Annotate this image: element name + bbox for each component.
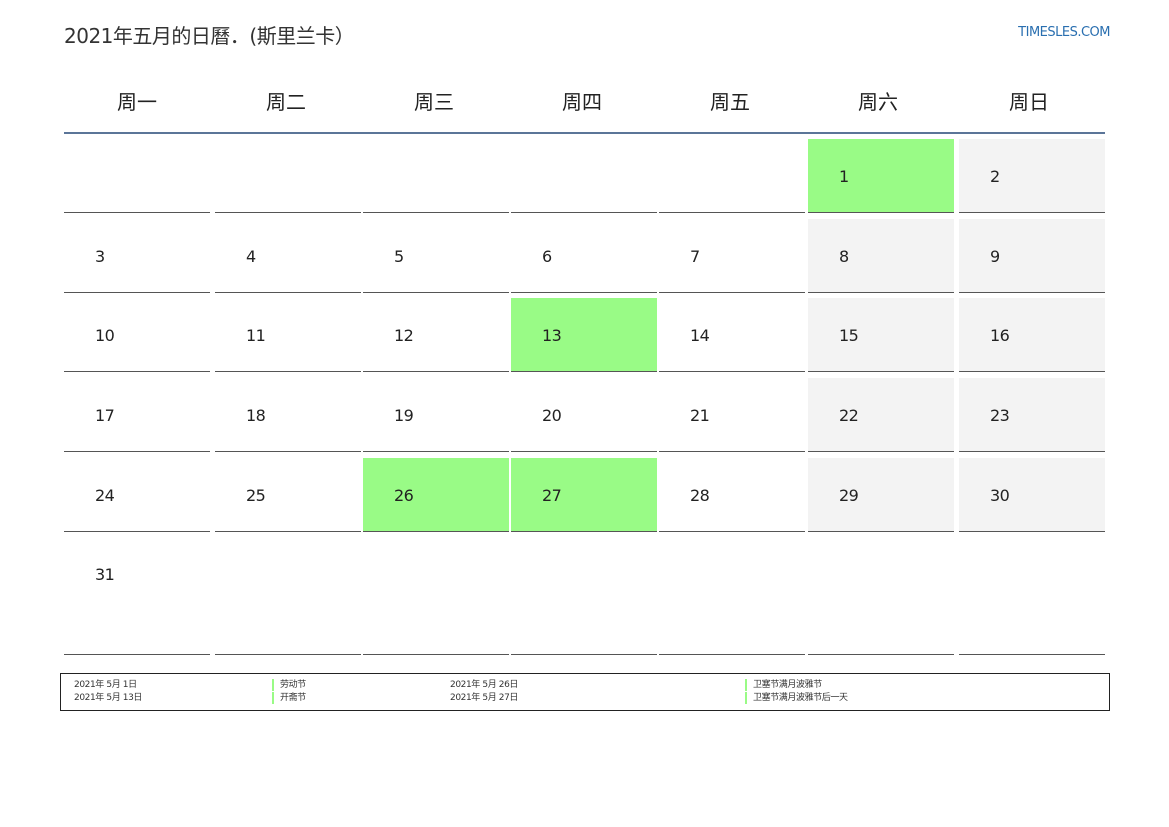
day-number: 27 [542, 486, 562, 505]
weekday-sat: 周六 [858, 90, 898, 114]
day-number: 23 [990, 406, 1010, 425]
legend-date: 2021年 5月 26日 [450, 680, 519, 690]
day-cell-sat: 29 [808, 458, 954, 532]
day-number: 9 [990, 247, 1000, 266]
day-cell-thu: 20 [511, 378, 657, 452]
day-cell-sat: 15 [808, 298, 954, 372]
empty-day-cell [659, 139, 805, 213]
day-number: 17 [95, 406, 115, 425]
day-cell-tue: 18 [215, 378, 361, 452]
day-cell-sun: 16 [959, 298, 1105, 372]
day-cell-fri: 7 [659, 219, 805, 293]
day-number: 21 [690, 406, 710, 425]
day-cell-tue: 4 [215, 219, 361, 293]
day-cell-sat: 22 [808, 378, 954, 452]
weekday-thu: 周四 [562, 90, 602, 114]
empty-day-cell [808, 537, 954, 655]
holiday-day-cell: 26 [363, 458, 509, 532]
day-number: 31 [95, 565, 115, 584]
legend-date: 2021年 5月 1日 [74, 680, 137, 690]
day-number: 13 [542, 326, 562, 345]
holiday-day-cell: 13 [511, 298, 657, 372]
legend-holiday-name: 开斋节 [272, 692, 306, 704]
day-number: 2 [990, 167, 1000, 186]
day-cell-fri: 14 [659, 298, 805, 372]
day-number: 20 [542, 406, 562, 425]
day-cell-sun: 2 [959, 139, 1105, 213]
weekday-tue: 周二 [266, 90, 306, 114]
day-cell-fri: 21 [659, 378, 805, 452]
day-number: 12 [394, 326, 414, 345]
weekday-fri: 周五 [710, 90, 750, 114]
day-number: 29 [839, 486, 859, 505]
day-number: 10 [95, 326, 115, 345]
empty-day-cell [511, 537, 657, 655]
weekday-mon: 周一 [117, 90, 157, 114]
day-number: 1 [839, 167, 849, 186]
day-number: 5 [394, 247, 404, 266]
day-number: 22 [839, 406, 859, 425]
legend-holiday-name: 卫塞节满月波雅节后一天 [745, 692, 848, 704]
day-number: 16 [990, 326, 1010, 345]
day-number: 18 [246, 406, 266, 425]
empty-day-cell [959, 537, 1105, 655]
day-number: 15 [839, 326, 859, 345]
day-number: 4 [246, 247, 256, 266]
page-title: 2021年五月的日曆．(斯里兰卡） [64, 24, 355, 48]
day-cell-sat: 8 [808, 219, 954, 293]
day-number: 25 [246, 486, 266, 505]
day-number: 14 [690, 326, 710, 345]
day-number: 24 [95, 486, 115, 505]
legend-date: 2021年 5月 13日 [74, 693, 143, 703]
day-cell-mon: 17 [64, 378, 210, 452]
day-cell-wed: 5 [363, 219, 509, 293]
legend-date: 2021年 5月 27日 [450, 693, 519, 703]
day-cell-mon: 24 [64, 458, 210, 532]
day-number: 28 [690, 486, 710, 505]
day-cell-mon: 10 [64, 298, 210, 372]
day-cell-tue: 11 [215, 298, 361, 372]
empty-day-cell [215, 537, 361, 655]
site-link[interactable]: TIMESLES.COM [1018, 25, 1110, 40]
day-number: 8 [839, 247, 849, 266]
day-cell-mon: 31 [64, 537, 210, 655]
holiday-legend: 2021年 5月 1日 劳动节 2021年 5月 13日 开斋节 2021年 5… [60, 673, 1110, 711]
empty-day-cell [363, 537, 509, 655]
day-number: 7 [690, 247, 700, 266]
holiday-day-cell: 1 [808, 139, 954, 213]
day-number: 6 [542, 247, 552, 266]
holiday-day-cell: 27 [511, 458, 657, 532]
legend-holiday-name: 劳动节 [272, 679, 306, 691]
empty-day-cell [363, 139, 509, 213]
empty-day-cell [511, 139, 657, 213]
day-cell-tue: 25 [215, 458, 361, 532]
day-number: 30 [990, 486, 1010, 505]
empty-day-cell [215, 139, 361, 213]
weekday-wed: 周三 [414, 90, 454, 114]
day-number: 3 [95, 247, 105, 266]
day-cell-thu: 6 [511, 219, 657, 293]
day-number: 19 [394, 406, 414, 425]
weekday-header-row: 周一 周二 周三 周四 周五 周六 周日 [64, 68, 1105, 134]
day-cell-wed: 12 [363, 298, 509, 372]
day-cell-sun: 30 [959, 458, 1105, 532]
legend-holiday-name: 卫塞节满月波雅节 [745, 679, 822, 691]
day-number: 11 [246, 326, 266, 345]
day-cell-sun: 9 [959, 219, 1105, 293]
day-cell-wed: 19 [363, 378, 509, 452]
empty-day-cell [659, 537, 805, 655]
day-cell-sun: 23 [959, 378, 1105, 452]
empty-day-cell [64, 139, 210, 213]
day-number: 26 [394, 486, 414, 505]
day-cell-mon: 3 [64, 219, 210, 293]
weekday-sun: 周日 [1009, 90, 1049, 114]
day-cell-fri: 28 [659, 458, 805, 532]
